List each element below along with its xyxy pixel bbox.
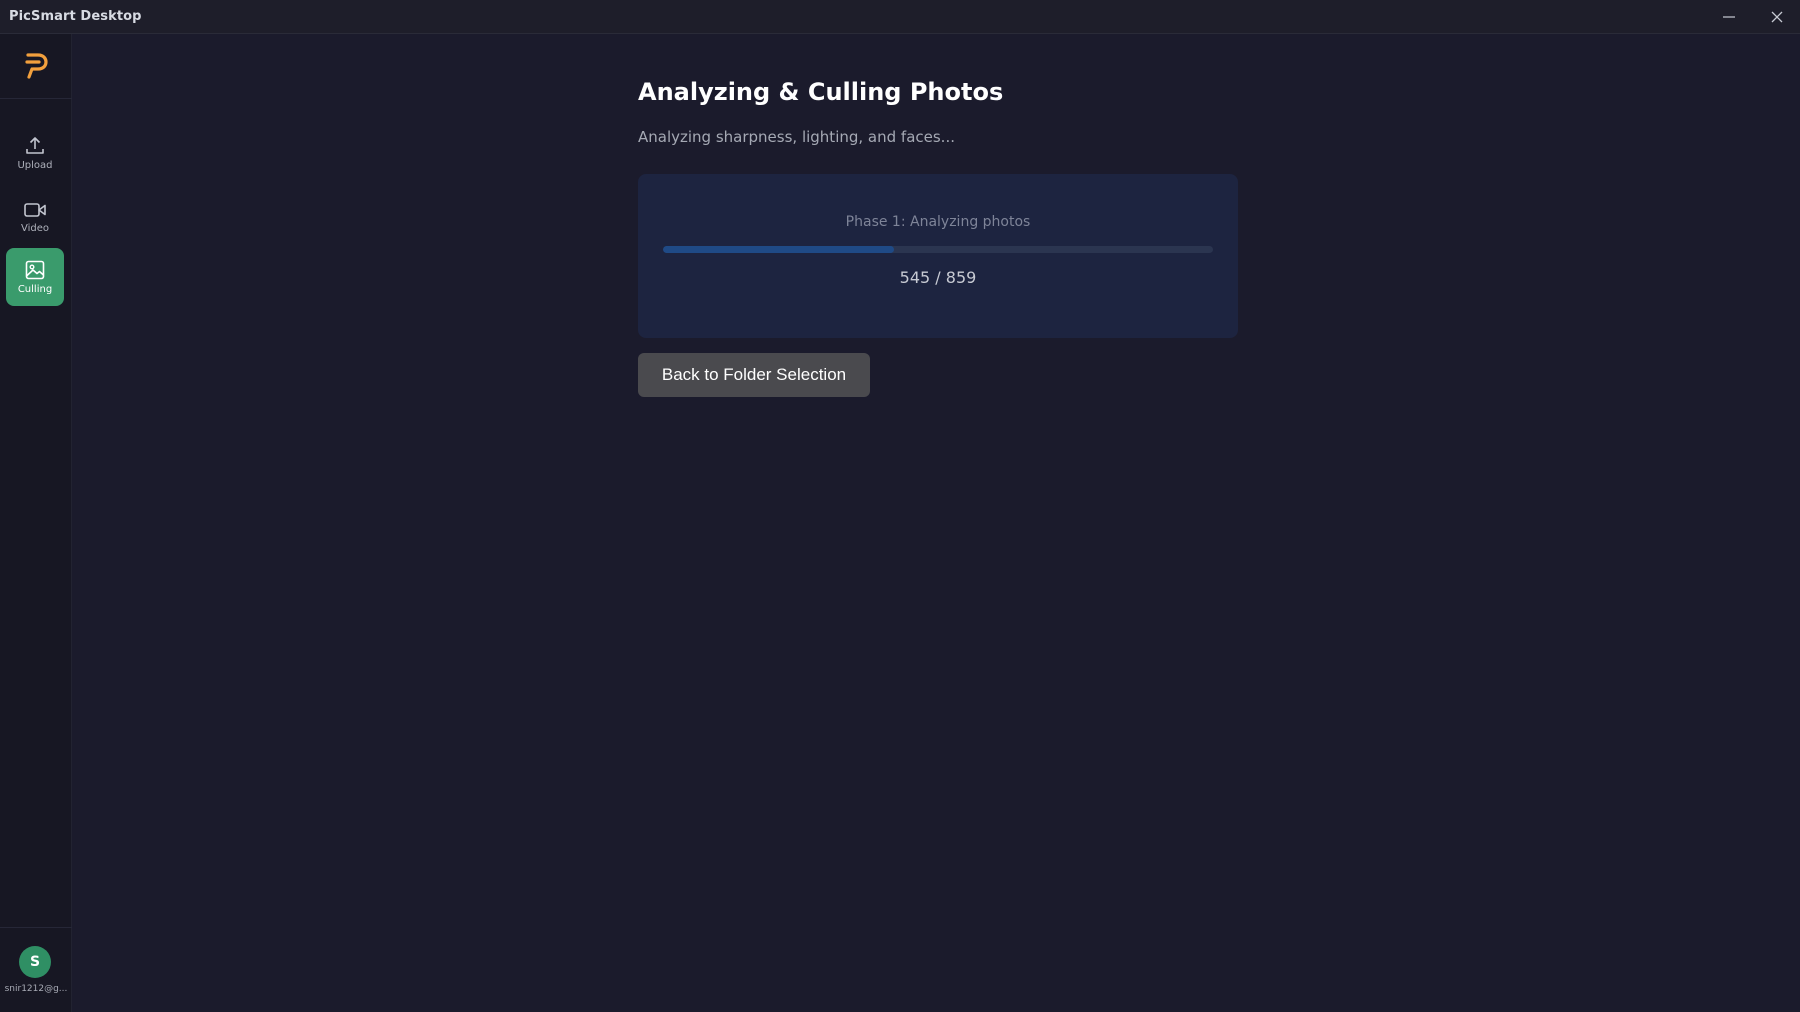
- progress-count: 545 / 859: [899, 268, 977, 287]
- close-icon: [1771, 11, 1783, 23]
- close-button[interactable]: [1754, 0, 1800, 34]
- picsmart-logo[interactable]: [23, 51, 49, 81]
- sidebar-item-upload[interactable]: Upload: [6, 124, 64, 182]
- main-content: Analyzing & Culling Photos Analyzing sha…: [72, 34, 1800, 1012]
- user-section: S snir1212@g...: [0, 927, 72, 1012]
- phase-label: Phase 1: Analyzing photos: [845, 214, 1031, 230]
- sidebar-item-label: Upload: [17, 160, 53, 171]
- title-bar: PicSmart Desktop: [0, 0, 1800, 34]
- sidebar-item-label: Culling: [17, 284, 53, 295]
- logo-container: [0, 34, 72, 99]
- upload-icon: [26, 137, 44, 154]
- progress-card: Phase 1: Analyzing photos 545 / 859: [638, 174, 1238, 338]
- sidebar-item-video[interactable]: Video: [6, 188, 64, 246]
- sidebar-item-culling[interactable]: Culling: [6, 248, 64, 306]
- video-icon: [24, 203, 46, 217]
- progress-fill: [663, 246, 894, 253]
- avatar[interactable]: S: [19, 946, 51, 978]
- sidebar: Upload Video Culling S snir1212@g...: [0, 34, 72, 1012]
- image-icon: [25, 260, 45, 280]
- progress-bar: [663, 246, 1213, 253]
- back-to-folder-selection-button[interactable]: Back to Folder Selection: [638, 353, 870, 397]
- minimize-icon: [1723, 16, 1735, 18]
- user-email: snir1212@g...: [4, 984, 68, 994]
- app-title: PicSmart Desktop: [9, 9, 142, 24]
- sidebar-item-label: Video: [20, 223, 50, 234]
- minimize-button[interactable]: [1706, 0, 1752, 34]
- page-title: Analyzing & Culling Photos: [638, 78, 1004, 106]
- page-subtitle: Analyzing sharpness, lighting, and faces…: [638, 128, 955, 146]
